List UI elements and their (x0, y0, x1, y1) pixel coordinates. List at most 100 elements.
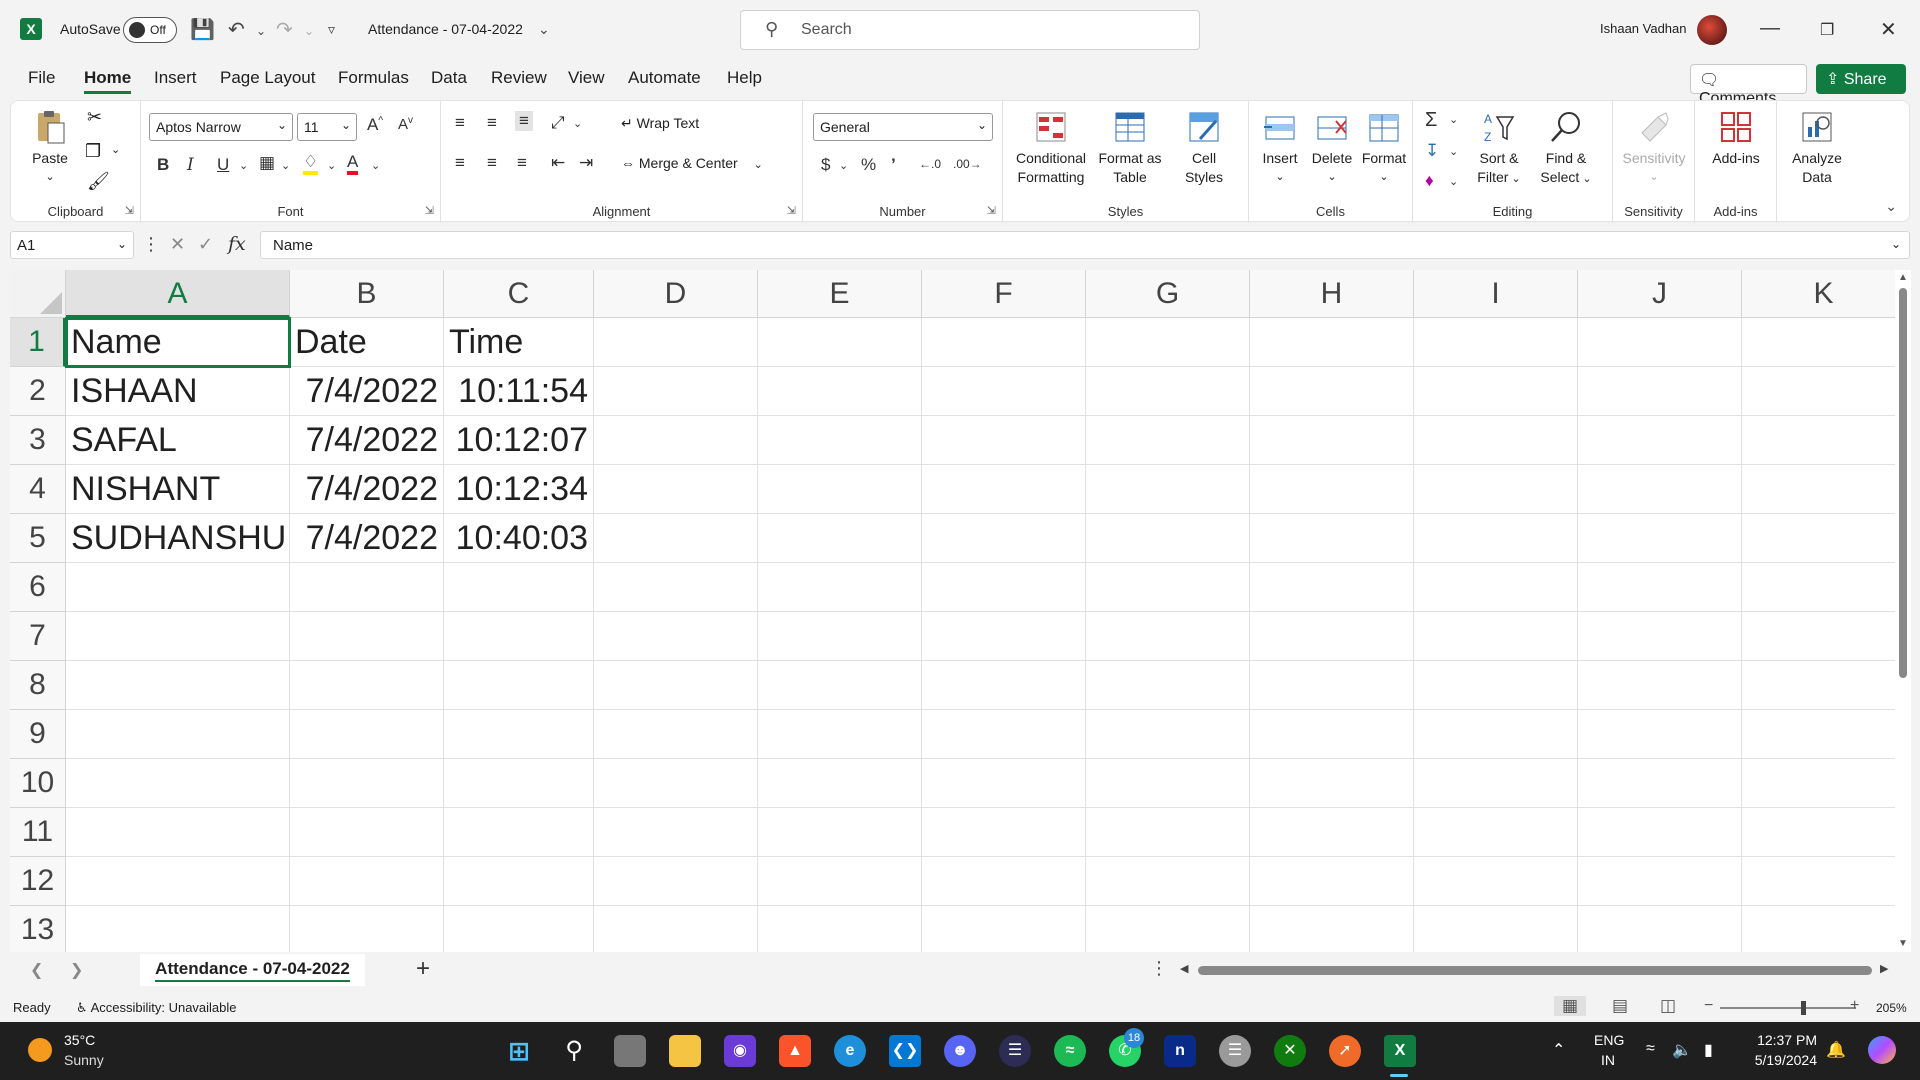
font-color-dropdown-icon[interactable]: ⌄ (371, 159, 380, 172)
file-explorer-icon[interactable] (669, 1035, 701, 1067)
tab-view[interactable]: View (568, 68, 605, 88)
cell[interactable] (922, 514, 1086, 563)
clipboard-launcher-icon[interactable]: ⇲ (125, 204, 134, 217)
notification-bell-icon[interactable]: 🔔 (1826, 1040, 1846, 1060)
restore-icon[interactable]: ❐ (1820, 20, 1834, 40)
cell[interactable] (1578, 710, 1742, 759)
name-box[interactable]: A1 ⌄ (10, 231, 134, 259)
cell[interactable] (594, 661, 758, 710)
tab-home[interactable]: Home (84, 68, 132, 94)
cell[interactable] (922, 857, 1086, 906)
accessibility-status[interactable]: ♿ Accessibility: Unavailable (76, 1000, 237, 1016)
cell[interactable] (1414, 710, 1578, 759)
cell[interactable] (1086, 710, 1250, 759)
cell[interactable] (594, 710, 758, 759)
comments-button[interactable]: 🗨 Comments (1690, 64, 1807, 107)
sensitivity-button[interactable]: Sensitivity ⌄ (1617, 109, 1691, 187)
cell[interactable] (594, 563, 758, 612)
fill-color-icon[interactable]: ♢ (303, 153, 319, 175)
cell[interactable]: 7/4/2022 (290, 514, 444, 563)
column-header[interactable]: B (290, 270, 444, 318)
spotify-icon[interactable]: ≈ (1054, 1035, 1086, 1067)
cell[interactable]: SAFAL (66, 416, 290, 465)
borders-icon[interactable]: ▦ (259, 153, 275, 173)
format-as-table-button[interactable]: Format as Table (1093, 109, 1167, 187)
zoom-slider[interactable] (1720, 1007, 1856, 1009)
cell[interactable] (758, 416, 922, 465)
cell[interactable] (66, 710, 290, 759)
formula-more-icon[interactable]: ⋮ (142, 234, 160, 255)
cell[interactable] (1250, 465, 1414, 514)
cell[interactable] (758, 514, 922, 563)
user-name[interactable]: Ishaan Vadhan (1600, 21, 1687, 36)
cell[interactable] (444, 612, 594, 661)
cell[interactable] (594, 465, 758, 514)
cell[interactable] (290, 808, 444, 857)
battery-icon[interactable]: ▮ (1704, 1040, 1713, 1060)
cell[interactable] (290, 661, 444, 710)
analyze-data-button[interactable]: Analyze Data (1781, 109, 1853, 187)
cell[interactable] (1086, 808, 1250, 857)
italic-icon[interactable]: I (187, 155, 194, 175)
clock-time[interactable]: 12:37 PM (1753, 1032, 1817, 1048)
sort-filter-button[interactable]: AZ Sort & Filter ⌄ (1467, 109, 1531, 189)
zoom-level[interactable]: 205% (1876, 1001, 1907, 1015)
spreadsheet-grid[interactable]: A B C D E F G H I J K 1 Name Date Time 2 ISHAAN 7/4/2022 1… (10, 270, 1895, 952)
cell[interactable] (1578, 416, 1742, 465)
row-header[interactable]: 2 (10, 367, 66, 416)
cell[interactable] (1578, 367, 1742, 416)
cell[interactable] (1578, 857, 1742, 906)
cell[interactable] (1250, 514, 1414, 563)
page-layout-view-icon[interactable]: ▤ (1612, 996, 1628, 1016)
cell[interactable] (594, 514, 758, 563)
cell[interactable] (1742, 759, 1895, 808)
currency-icon[interactable]: $ (821, 155, 830, 175)
sheet-tab-active[interactable]: Attendance - 07-04-2022 (140, 954, 365, 986)
share-button[interactable]: ⇪ Share ⌄ (1816, 64, 1906, 105)
collapse-ribbon-icon[interactable]: ⌄ (1885, 198, 1897, 215)
cell[interactable] (66, 563, 290, 612)
cell[interactable] (1086, 514, 1250, 563)
cell[interactable] (444, 710, 594, 759)
horizontal-scroll-thumb[interactable] (1198, 966, 1872, 975)
wrap-text-button[interactable]: ↵ Wrap Text (621, 115, 699, 132)
cell[interactable] (1742, 514, 1895, 563)
enter-formula-icon[interactable]: ✓ (198, 234, 213, 255)
cell[interactable] (758, 465, 922, 514)
decrease-decimal-icon[interactable]: .00→ (953, 157, 982, 171)
customize-toolbar-icon[interactable]: ▿ (328, 21, 335, 38)
cell[interactable] (922, 710, 1086, 759)
cell[interactable] (1414, 416, 1578, 465)
cell[interactable] (444, 563, 594, 612)
copilot-icon[interactable] (1868, 1036, 1896, 1064)
cell[interactable] (1086, 416, 1250, 465)
cell[interactable] (1742, 857, 1895, 906)
zoom-slider-thumb[interactable] (1801, 1001, 1806, 1015)
eclipse-icon[interactable]: ☰ (999, 1035, 1031, 1067)
cell-styles-button[interactable]: Cell Styles (1169, 109, 1239, 187)
cell[interactable] (922, 416, 1086, 465)
cell[interactable] (66, 661, 290, 710)
taskbar-search-icon[interactable]: ⚲ (558, 1035, 590, 1067)
cell[interactable] (922, 465, 1086, 514)
cell[interactable] (66, 857, 290, 906)
cell[interactable] (594, 759, 758, 808)
cell[interactable] (1250, 661, 1414, 710)
undo-icon[interactable]: ↶ (228, 17, 245, 42)
cell[interactable] (1250, 318, 1414, 367)
cell[interactable] (1742, 661, 1895, 710)
font-name-select[interactable]: Aptos Narrow ⌄ (149, 113, 293, 141)
insert-function-icon[interactable]: fx (228, 233, 246, 255)
windows-start-icon[interactable]: ⊞ (503, 1035, 535, 1067)
wifi-icon[interactable]: ≈ (1646, 1040, 1655, 1058)
cell[interactable] (1742, 318, 1895, 367)
cell[interactable] (922, 906, 1086, 952)
cell[interactable] (444, 661, 594, 710)
volume-icon[interactable]: 🔈 (1672, 1040, 1692, 1060)
undo-dropdown-icon[interactable]: ⌄ (256, 24, 266, 38)
cell[interactable] (1250, 710, 1414, 759)
row-header[interactable]: 13 (10, 906, 66, 952)
cell[interactable] (444, 857, 594, 906)
cell[interactable] (66, 808, 290, 857)
cell[interactable] (922, 661, 1086, 710)
